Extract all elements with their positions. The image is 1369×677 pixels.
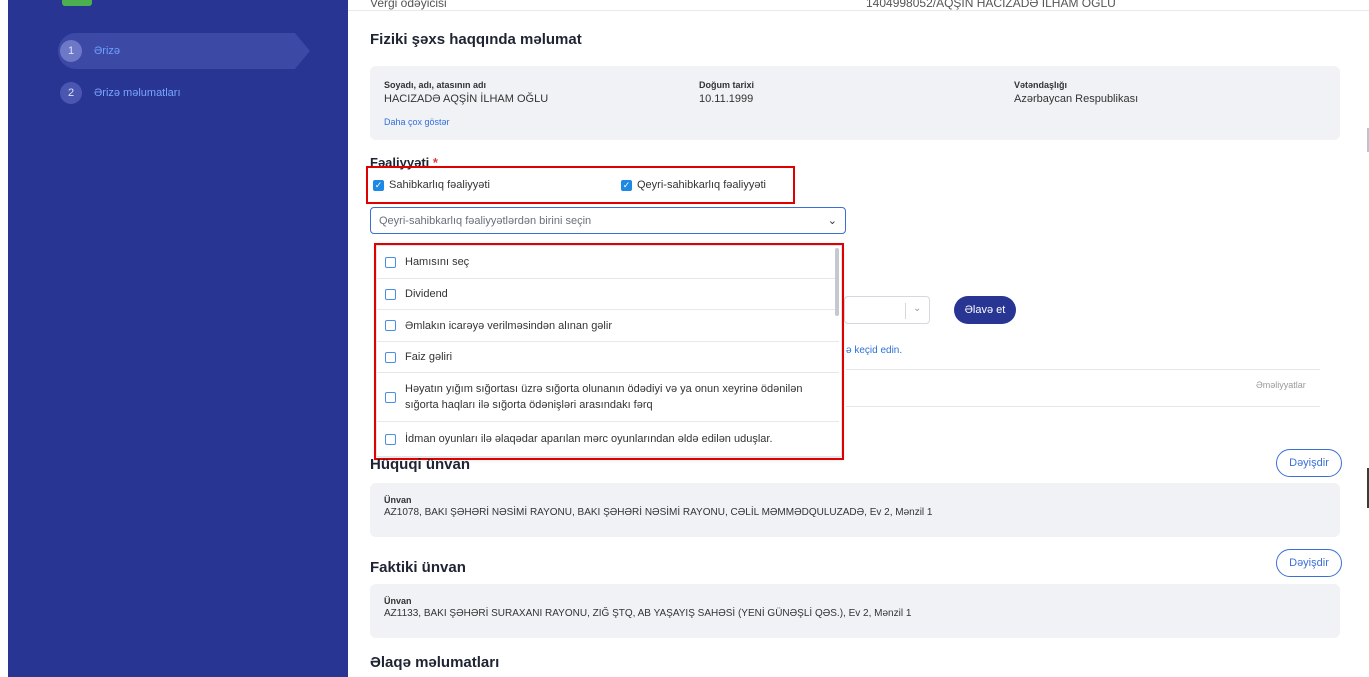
- sidebar-step-2[interactable]: 2 Ərizə məlumatları: [58, 75, 310, 111]
- divider: [348, 10, 1369, 11]
- birth-label: Doğum tarixi: [699, 80, 755, 90]
- legal-address-title: Hüquqi ünvan: [370, 456, 470, 473]
- show-more-link[interactable]: Daha çox göstər: [384, 117, 450, 127]
- citizenship-label: Vətəndaşlığı: [1014, 80, 1068, 90]
- non-entrepreneurial-label: Qeyri-sahibkarlıq fəaliyyəti: [637, 179, 766, 191]
- step-number: 1: [60, 40, 82, 62]
- check-icon[interactable]: ✓: [621, 179, 632, 191]
- birth-value: 10.11.1999: [699, 93, 754, 105]
- citizenship-value: Azərbaycan Respublikası: [1014, 93, 1139, 105]
- name-label: Soyadı, adı, atasının adı: [384, 80, 487, 90]
- legal-address-card: Ünvan AZ1078, BAKI ŞƏHƏRİ NƏSİMİ RAYONU,…: [370, 483, 1340, 537]
- contact-section-title: Əlaqə məlumatları: [370, 654, 500, 671]
- table-rule-top: [846, 369, 1320, 370]
- step-label: Ərizə məlumatları: [94, 87, 181, 99]
- non-entrepreneurial-checkbox[interactable]: ✓ Qeyri-sahibkarlıq fəaliyyəti: [621, 179, 766, 191]
- address-label: Ünvan: [384, 596, 412, 606]
- address-value: AZ1078, BAKI ŞƏHƏRİ NƏSİMİ RAYONU, BAKI …: [384, 507, 933, 518]
- actual-address-card: Ünvan AZ1133, BAKI ŞƏHƏRİ SURAXANI RAYON…: [370, 584, 1340, 638]
- name-value: HACIZADƏ AQŞİN İLHAM OĞLU: [384, 93, 549, 105]
- check-icon[interactable]: ✓: [373, 179, 384, 191]
- taxpayer-row: Vergi ödəyicisi 1404998052/AQŞİN HACIZAD…: [370, 0, 1330, 10]
- step-number: 2: [60, 82, 82, 104]
- sidebar: 1 Ərizə 2 Ərizə məlumatları: [8, 0, 348, 677]
- person-section-title: Fiziki şəxs haqqında məlumat: [370, 31, 582, 48]
- address-label: Ünvan: [384, 495, 412, 505]
- logo-stub: [62, 0, 92, 6]
- navigation-link[interactable]: ə keçid edin.: [846, 345, 902, 356]
- sidebar-step-1[interactable]: 1 Ərizə: [58, 33, 310, 69]
- activity-select[interactable]: Qeyri-sahibkarlıq fəaliyyətlərdən birini…: [370, 207, 846, 234]
- secondary-select[interactable]: ⌄: [844, 296, 930, 324]
- main-content: Vergi ödəyicisi 1404998052/AQŞİN HACIZAD…: [348, 0, 1369, 677]
- dropdown-highlight-box: [374, 243, 844, 460]
- taxpayer-label: Vergi ödəyicisi: [370, 0, 447, 10]
- add-button[interactable]: Əlavə et: [954, 296, 1016, 324]
- select-separator: [905, 303, 906, 319]
- step-label: Ərizə: [94, 45, 121, 57]
- chevron-down-icon: ⌄: [913, 303, 922, 314]
- address-value: AZ1133, BAKI ŞƏHƏRİ SURAXANI RAYONU, ZIĞ…: [384, 608, 912, 619]
- change-actual-address-button[interactable]: Dəyişdir: [1276, 549, 1342, 577]
- taxpayer-value: 1404998052/AQŞİN HACIZADƏ İLHAM OĞLU: [866, 0, 1116, 10]
- entrepreneurial-checkbox[interactable]: ✓ Sahibkarlıq fəaliyyəti: [373, 179, 490, 191]
- person-card: Soyadı, adı, atasının adı HACIZADƏ AQŞİN…: [370, 66, 1340, 140]
- select-placeholder: Qeyri-sahibkarlıq fəaliyyətlərdən birini…: [379, 214, 592, 227]
- actual-address-title: Faktiki ünvan: [370, 559, 466, 576]
- operations-header: Əməliyyatlar: [1256, 380, 1306, 390]
- left-margin-strip: [0, 0, 8, 677]
- table-rule-bottom: [846, 406, 1320, 407]
- chevron-down-icon: ⌄: [827, 215, 837, 227]
- change-legal-address-button[interactable]: Dəyişdir: [1276, 449, 1342, 477]
- entrepreneurial-label: Sahibkarlıq fəaliyyəti: [389, 179, 490, 191]
